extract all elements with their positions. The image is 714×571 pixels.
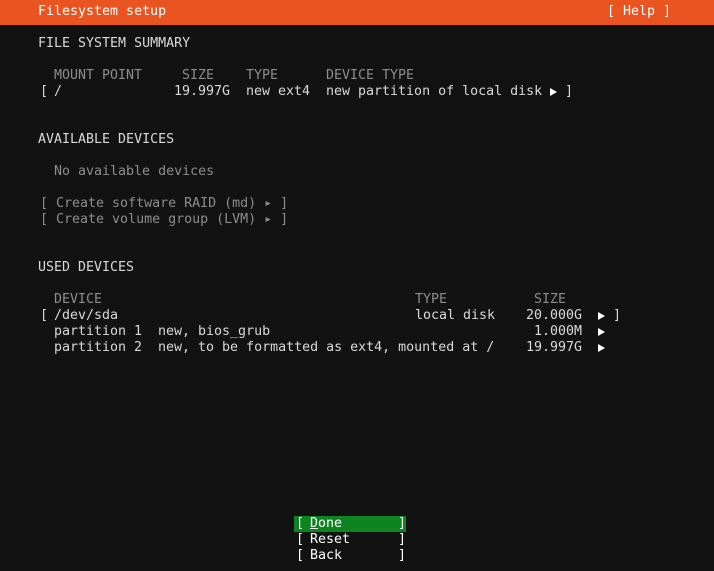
mount-point-value: / bbox=[54, 84, 63, 99]
expand-arrow-icon[interactable] bbox=[598, 340, 605, 356]
device-size: 20.000G bbox=[526, 308, 583, 323]
button-label: Back bbox=[310, 548, 343, 563]
button-close-bracket: ] bbox=[398, 532, 407, 547]
partition-size: 1.000M bbox=[534, 324, 583, 339]
done-button[interactable]: [ D one ] bbox=[294, 516, 406, 532]
column-mount-point: MOUNT POINT bbox=[54, 68, 143, 83]
filesystem-summary-heading: FILE SYSTEM SUMMARY bbox=[38, 36, 191, 51]
column-type: TYPE bbox=[246, 68, 279, 83]
used-devices-heading: USED DEVICES bbox=[38, 260, 135, 275]
partition-description: new, bios_grub bbox=[158, 324, 271, 339]
no-available-devices-text: No available devices bbox=[54, 164, 215, 179]
partition-size: 19.997G bbox=[526, 340, 583, 355]
expand-arrow-icon[interactable] bbox=[598, 324, 605, 340]
button-label: one bbox=[318, 516, 343, 531]
help-button[interactable]: [ Help ] bbox=[607, 4, 671, 20]
row-close-bracket: ] bbox=[613, 308, 622, 323]
column-size: SIZE bbox=[182, 68, 215, 83]
column-type: TYPE bbox=[415, 292, 448, 307]
button-close-bracket: ] bbox=[398, 548, 407, 563]
button-open-bracket: [ bbox=[296, 532, 305, 547]
available-devices-heading: AVAILABLE DEVICES bbox=[38, 132, 175, 147]
row-open-bracket: [ bbox=[40, 308, 49, 323]
button-open-bracket: [ bbox=[296, 548, 305, 563]
column-size: SIZE bbox=[534, 292, 567, 307]
create-lvm-button[interactable]: [ Create volume group (LVM) ▸ ] bbox=[40, 212, 288, 228]
type-value: new ext4 bbox=[246, 84, 311, 99]
reset-button[interactable]: [ Reset ] bbox=[294, 532, 406, 548]
size-value: 19.997G bbox=[174, 84, 231, 99]
create-raid-button[interactable]: [ Create software RAID (md) ▸ ] bbox=[40, 196, 288, 212]
device-type: local disk bbox=[415, 308, 496, 323]
button-close-bracket: ] bbox=[398, 516, 407, 531]
device-type-value: new partition of local disk bbox=[326, 84, 543, 99]
header-bar: Filesystem setup [ Help ] bbox=[0, 0, 714, 25]
row-close-bracket: ] bbox=[565, 84, 574, 99]
column-device: DEVICE bbox=[54, 292, 103, 307]
column-device-type: DEVICE TYPE bbox=[326, 68, 415, 83]
expand-arrow-icon[interactable] bbox=[598, 308, 605, 324]
screen-title: Filesystem setup bbox=[38, 4, 167, 19]
button-open-bracket: [ bbox=[296, 516, 305, 531]
expand-arrow-icon[interactable] bbox=[550, 84, 557, 100]
row-open-bracket: [ bbox=[40, 84, 49, 99]
partition-name: partition 2 bbox=[54, 340, 143, 355]
button-accelerator: D bbox=[310, 516, 319, 531]
back-button[interactable]: [ Back ] bbox=[294, 548, 406, 564]
partition-name: partition 1 bbox=[54, 324, 143, 339]
partition-description: new, to be formatted as ext4, mounted at… bbox=[158, 340, 495, 355]
device-name: /dev/sda bbox=[54, 308, 119, 323]
button-label: Reset bbox=[310, 532, 351, 547]
